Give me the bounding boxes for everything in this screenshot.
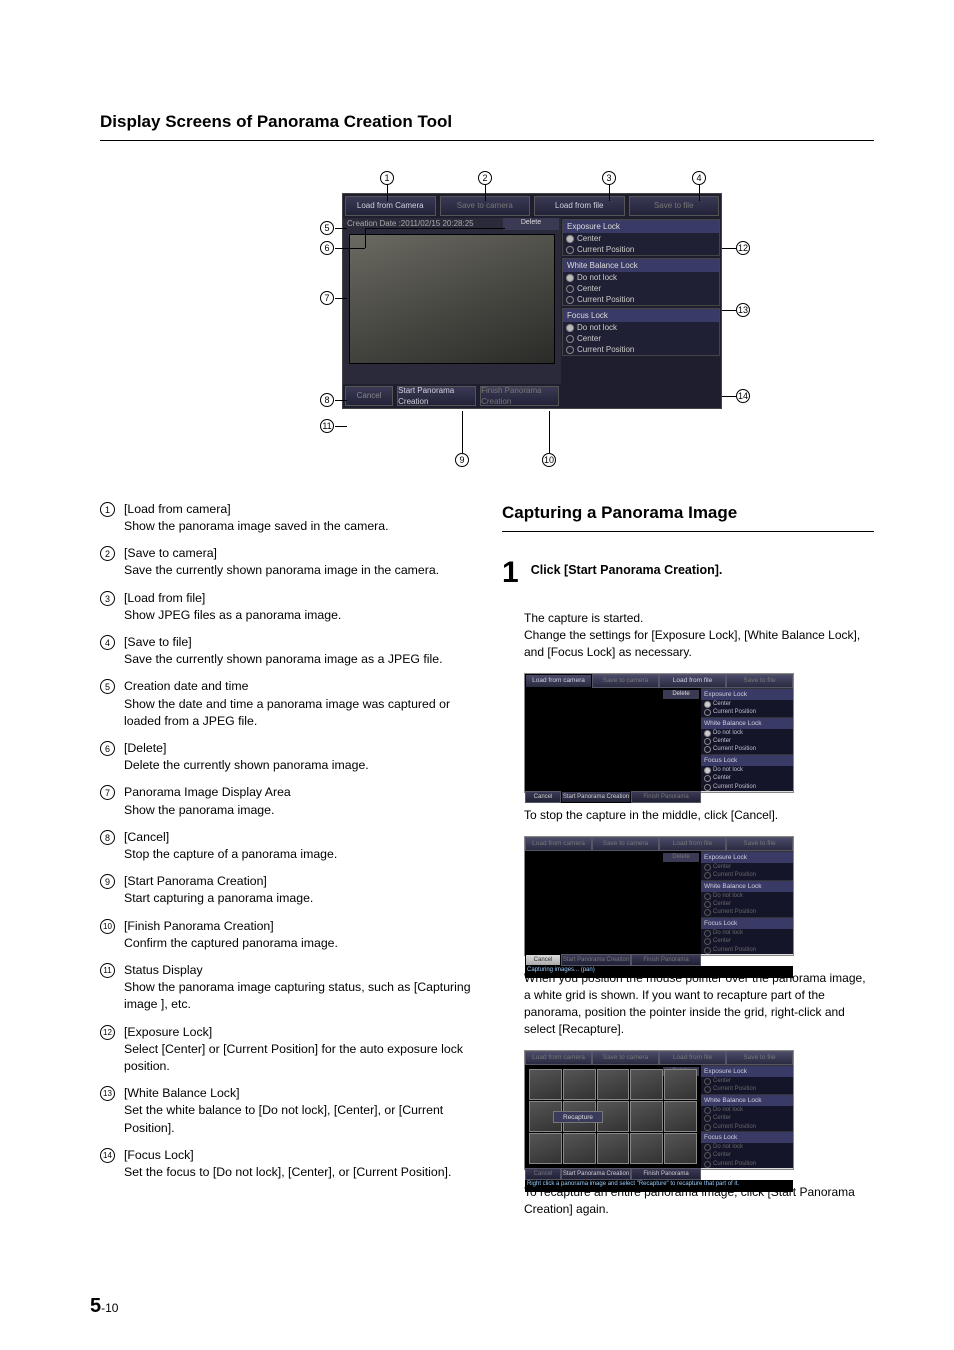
desc-item-12: 12 [Exposure Lock] Select [Center] or [C…: [100, 1024, 472, 1076]
document-page: Display Screens of Panorama Creation Too…: [0, 0, 954, 1350]
focus-center-option[interactable]: Center: [563, 333, 719, 344]
exposure-current-option[interactable]: Current Position: [563, 244, 719, 255]
annotated-screenshot-figure: Load from Camera Save to camera Load fro…: [212, 171, 762, 471]
callout-4: 4: [692, 171, 706, 185]
desc-item-8: 8 [Cancel] Stop the capture of a panoram…: [100, 829, 472, 863]
tool-top-toolbar: Load from Camera Save to camera Load fro…: [343, 194, 721, 218]
save-to-file-button[interactable]: Save to file: [629, 196, 720, 216]
callout-10: 10: [542, 453, 556, 467]
white-balance-lock-header: White Balance Lock: [563, 259, 719, 272]
focus-lock-header: Focus Lock: [563, 309, 719, 322]
mini-hint-text: Right click a panorama image and select …: [525, 1180, 793, 1192]
mini-start-button[interactable]: Start Panorama Creation: [561, 791, 631, 803]
callout-7: 7: [320, 291, 334, 305]
tool-bottom-toolbar: Cancel Start Panorama Creation Finish Pa…: [343, 384, 561, 408]
mini-status-text: Capturing images... (pan): [525, 966, 793, 978]
callout-6: 6: [320, 241, 334, 255]
mini-screenshot-1: Load from camera Save to camera Load fro…: [524, 673, 794, 793]
right-column: Capturing a Panorama Image 1 Click [Star…: [502, 501, 874, 1230]
page-number: 5-10: [90, 1292, 118, 1320]
desc-item-6: 6 [Delete] Delete the currently shown pa…: [100, 740, 472, 774]
step-1: 1 Click [Start Panorama Creation].: [502, 558, 874, 588]
focus-lock-panel: Focus Lock Do not lock Center Current Po…: [562, 308, 720, 356]
desc-item-9: 9 [Start Panorama Creation] Start captur…: [100, 873, 472, 907]
left-column: 1 [Load from camera] Show the panorama i…: [100, 501, 472, 1230]
item-desc: Show the panorama image saved in the cam…: [124, 518, 472, 535]
finish-panorama-button[interactable]: Finish Panorama Creation: [480, 386, 559, 406]
focus-do-not-lock-option[interactable]: Do not lock: [563, 322, 719, 333]
focus-current-option[interactable]: Current Position: [563, 344, 719, 355]
callout-2: 2: [478, 171, 492, 185]
exposure-center-option[interactable]: Center: [563, 233, 719, 244]
desc-item-4: 4 [Save to file] Save the currently show…: [100, 634, 472, 668]
callout-8: 8: [320, 393, 334, 407]
white-center-option[interactable]: Center: [563, 283, 719, 294]
mini-screenshot-3: Load from camera Save to camera Load fro…: [524, 1050, 794, 1170]
callout-5: 5: [320, 221, 334, 235]
callout-1: 1: [380, 171, 394, 185]
callout-3: 3: [602, 171, 616, 185]
item-number: 1: [100, 502, 115, 517]
section-heading: Display Screens of Panorama Creation Too…: [100, 110, 874, 134]
callout-12: 12: [736, 241, 750, 255]
two-column-layout: 1 [Load from camera] Show the panorama i…: [100, 501, 874, 1230]
white-do-not-lock-option[interactable]: Do not lock: [563, 272, 719, 283]
recapture-menu-item[interactable]: Recapture: [553, 1111, 603, 1123]
desc-item-1: 1 [Load from camera] Show the panorama i…: [100, 501, 472, 535]
delete-button[interactable]: Delete: [503, 218, 559, 230]
desc-item-5: 5 Creation date and time Show the date a…: [100, 678, 472, 730]
white-balance-lock-panel: White Balance Lock Do not lock Center Cu…: [562, 258, 720, 306]
desc-item-2: 2 [Save to camera] Save the currently sh…: [100, 545, 472, 579]
load-from-file-button[interactable]: Load from file: [534, 196, 625, 216]
desc-item-7: 7 Panorama Image Display Area Show the p…: [100, 784, 472, 818]
panorama-preview-image: [349, 234, 555, 364]
body-paragraph: When you position the mouse pointer over…: [502, 970, 874, 1038]
desc-item-11: 11 Status Display Show the panorama imag…: [100, 962, 472, 1014]
body-paragraph: The capture is started. Change the setti…: [502, 610, 874, 661]
callout-9: 9: [455, 453, 469, 467]
tool-left-area: Creation Date :2011/02/15 20:28:25 Delet…: [343, 218, 561, 384]
mini-cancel-button[interactable]: Cancel: [525, 954, 561, 966]
mini-screenshot-2: Load from camera Save to camera Load fro…: [524, 836, 794, 956]
callout-11: 11: [320, 419, 334, 433]
desc-item-14: 14 [Focus Lock] Set the focus to [Do not…: [100, 1147, 472, 1181]
sub-section-heading: Capturing a Panorama Image: [502, 501, 874, 525]
heading-rule: [100, 140, 874, 141]
white-current-option[interactable]: Current Position: [563, 294, 719, 305]
mini-load-camera-button[interactable]: Load from camera: [525, 674, 592, 688]
tool-right-panels: Exposure Lock Center Current Position Wh…: [561, 218, 721, 384]
step-text: Click [Start Panorama Creation].: [531, 558, 723, 588]
start-panorama-button[interactable]: Start Panorama Creation: [397, 386, 476, 406]
panorama-tool-window: Load from Camera Save to camera Load fro…: [342, 193, 722, 409]
exposure-lock-header: Exposure Lock: [563, 220, 719, 233]
callout-14: 14: [736, 389, 750, 403]
load-from-camera-button[interactable]: Load from Camera: [345, 196, 436, 216]
desc-item-10: 10 [Finish Panorama Creation] Confirm th…: [100, 918, 472, 952]
callout-13: 13: [736, 303, 750, 317]
cancel-button[interactable]: Cancel: [345, 386, 393, 406]
body-paragraph: To stop the capture in the middle, click…: [502, 807, 874, 824]
desc-item-13: 13 [White Balance Lock] Set the white ba…: [100, 1085, 472, 1137]
exposure-lock-panel: Exposure Lock Center Current Position: [562, 219, 720, 256]
sub-heading-rule: [502, 531, 874, 532]
desc-item-3: 3 [Load from file] Show JPEG files as a …: [100, 590, 472, 624]
step-number: 1: [502, 558, 519, 588]
item-label: [Load from camera]: [124, 502, 231, 516]
